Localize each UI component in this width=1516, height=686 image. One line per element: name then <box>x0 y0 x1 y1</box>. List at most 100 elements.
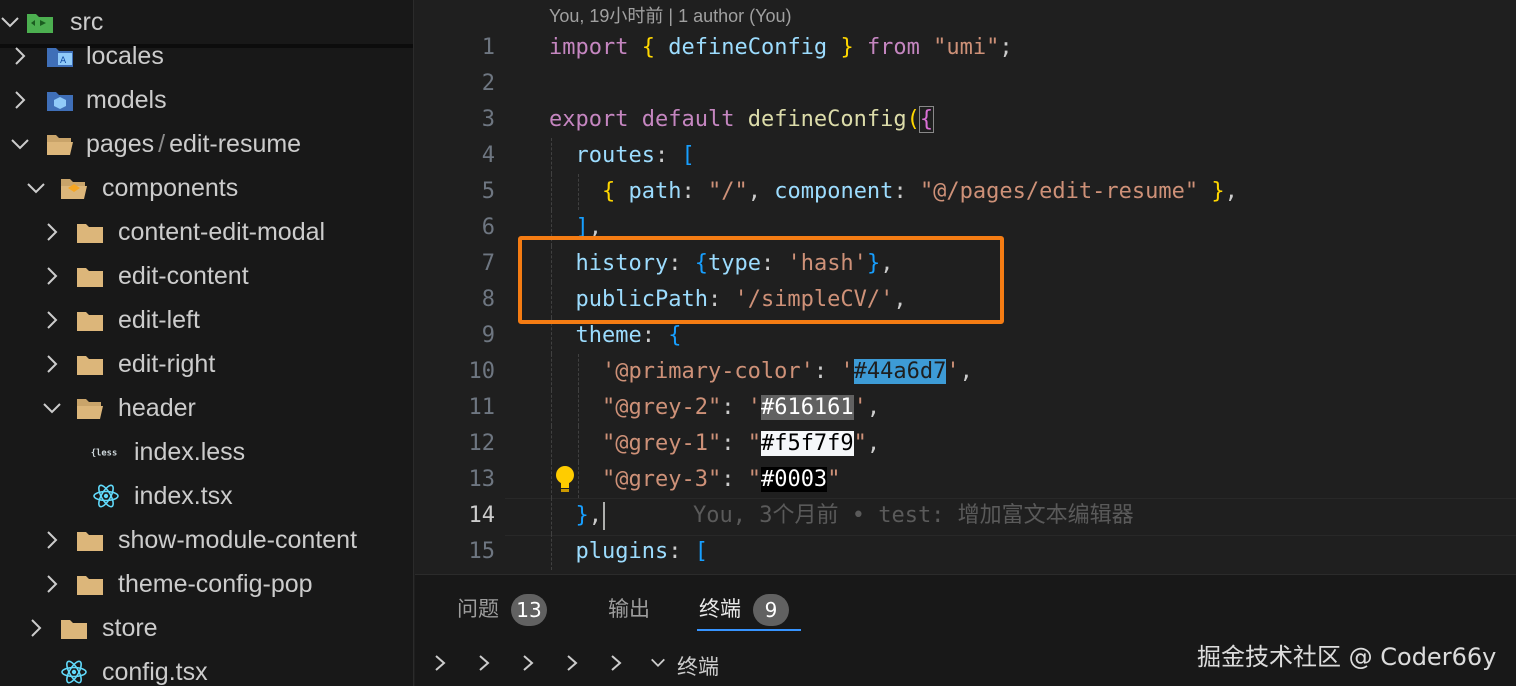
code-text: "@grey-3": "#0003" <box>549 462 840 498</box>
line-number: 2 <box>481 71 495 96</box>
code-line[interactable]: 13 "@grey-3": "#0003" <box>415 462 1516 498</box>
chevron-right-icon[interactable] <box>607 653 625 673</box>
code-line[interactable]: 1 import { defineConfig } from "umi"; <box>415 30 1516 66</box>
inline-blame-annotation[interactable]: You, 3个月前 • test: 增加富文本编辑器 <box>693 498 1134 534</box>
token: theme <box>575 323 642 348</box>
chevron-right-icon[interactable] <box>563 653 581 673</box>
line-number: 11 <box>468 395 496 420</box>
code-line[interactable]: 15 plugins: [ <box>415 534 1516 570</box>
chevron-down-icon <box>11 139 29 150</box>
terminal-count-badge: 9 <box>753 594 789 626</box>
active-tab-indicator <box>697 629 801 631</box>
code-line[interactable]: 3 export default defineConfig({ <box>415 102 1516 138</box>
terminal-section-label[interactable]: 终端 <box>677 651 719 681</box>
token: , <box>747 179 761 204</box>
line-number: 3 <box>481 107 495 132</box>
tree-item-components[interactable]: components <box>0 166 413 210</box>
tree-label: header <box>118 394 196 422</box>
token: , <box>866 431 881 456</box>
color-swatch[interactable]: #0003 <box>760 467 828 492</box>
line-number: 12 <box>468 431 496 456</box>
tree-item-edit-right[interactable]: edit-right <box>0 342 413 386</box>
code-line[interactable]: 4 routes: [ <box>415 138 1516 174</box>
watermark: 掘金技术社区 @ Coder66y <box>1197 643 1497 671</box>
tree-label: show-module-content <box>118 526 358 554</box>
chevron-right-icon <box>47 311 58 329</box>
code-line[interactable]: 12 "@grey-1": "#f5f7f9", <box>415 426 1516 462</box>
code-text: plugins: [ <box>549 534 708 570</box>
token: ' <box>747 395 761 420</box>
chevron-down-icon <box>43 403 61 414</box>
tree-item-index-less[interactable]: {less} index.less <box>0 430 413 474</box>
line-number: 6 <box>481 215 495 240</box>
tree-label: theme-config-pop <box>118 570 313 598</box>
line-number: 8 <box>481 287 495 312</box>
chevron-right-icon[interactable] <box>519 653 537 673</box>
lightbulb-icon[interactable] <box>553 464 577 494</box>
chevron-right-icon[interactable] <box>475 653 493 673</box>
text-cursor <box>603 502 605 530</box>
token: } <box>1211 179 1225 204</box>
folder-components-icon <box>61 179 87 199</box>
token: " <box>747 467 761 492</box>
tab-problems[interactable]: 问题 13 <box>457 593 547 631</box>
path-separator: / <box>158 130 166 158</box>
chevron-down-icon[interactable] <box>649 653 667 673</box>
tree-item-locales[interactable]: A locales <box>0 34 413 78</box>
code-line[interactable]: 11 "@grey-2": '#616161', <box>415 390 1516 426</box>
folder-open-icon <box>47 135 73 155</box>
tab-output[interactable]: 输出 <box>608 593 650 631</box>
code-text: "@grey-2": '#616161', <box>549 390 880 426</box>
tree-item-pages-edit-resume[interactable]: pages / edit-resume <box>0 122 413 166</box>
code-editor[interactable]: You, 19小时前 | 1 author (You) 1 import { d… <box>415 0 1516 574</box>
tree-item-edit-content[interactable]: edit-content <box>0 254 413 298</box>
tree-item-show-module-content[interactable]: show-module-content <box>0 518 413 562</box>
tree-item-header[interactable]: header <box>0 386 413 430</box>
token: plugins <box>575 539 669 564</box>
token: ' <box>840 359 854 384</box>
folder-models-icon <box>47 92 73 111</box>
token: : <box>893 179 907 204</box>
tab-terminal[interactable]: 终端 9 <box>699 593 789 631</box>
token: component <box>774 179 894 204</box>
less-file-icon: {less} <box>91 449 118 459</box>
folder-open-icon <box>77 399 103 419</box>
react-file-icon <box>61 660 87 684</box>
tree-item-config-tsx[interactable]: config.tsx <box>0 650 413 686</box>
code-line[interactable]: 5 { path: "/", component: "@/pages/edit-… <box>415 174 1516 210</box>
chevron-right-icon <box>31 619 42 637</box>
chevron-right-icon <box>47 267 58 285</box>
tree-item-theme-config-pop[interactable]: theme-config-pop <box>0 562 413 606</box>
token: "@grey-1" <box>601 431 722 456</box>
token: : <box>721 467 735 492</box>
explorer-sidebar: src A locales models pages / edit-resume c… <box>0 0 414 686</box>
color-swatch[interactable]: #44a6d7 <box>853 359 947 384</box>
line-number: 4 <box>481 143 495 168</box>
token: routes <box>575 143 655 168</box>
chevron-right-icon <box>47 531 58 549</box>
color-swatch[interactable]: #f5f7f9 <box>760 431 854 456</box>
code-line[interactable]: 2 <box>415 66 1516 102</box>
line-number: 15 <box>468 539 496 564</box>
code-text: "@grey-1": "#f5f7f9", <box>549 426 880 462</box>
token: , <box>866 395 881 420</box>
token: , <box>1224 179 1238 204</box>
token: "@/pages/edit-resume" <box>919 179 1199 204</box>
tree-label: config.tsx <box>102 658 208 686</box>
tree-item-index-tsx[interactable]: index.tsx <box>0 474 413 518</box>
token: "umi" <box>933 35 1000 60</box>
token: path <box>628 179 682 204</box>
tree-item-store[interactable]: store <box>0 606 413 650</box>
color-swatch[interactable]: #616161 <box>760 395 854 420</box>
tree-label: edit-content <box>118 262 249 290</box>
chevron-right-icon[interactable] <box>431 653 449 673</box>
path-segment: pages <box>86 130 155 158</box>
tree-item-edit-left[interactable]: edit-left <box>0 298 413 342</box>
codelens-blame-header[interactable]: You, 19小时前 | 1 author (You) <box>549 2 792 28</box>
code-line[interactable]: 10 '@primary-color': '#44a6d7', <box>415 354 1516 390</box>
tree-item-models[interactable]: models <box>0 78 413 122</box>
token: : <box>681 179 695 204</box>
chevron-right-icon <box>15 47 26 65</box>
tree-item-content-edit-modal[interactable]: content-edit-modal <box>0 210 413 254</box>
token: , <box>959 359 973 384</box>
